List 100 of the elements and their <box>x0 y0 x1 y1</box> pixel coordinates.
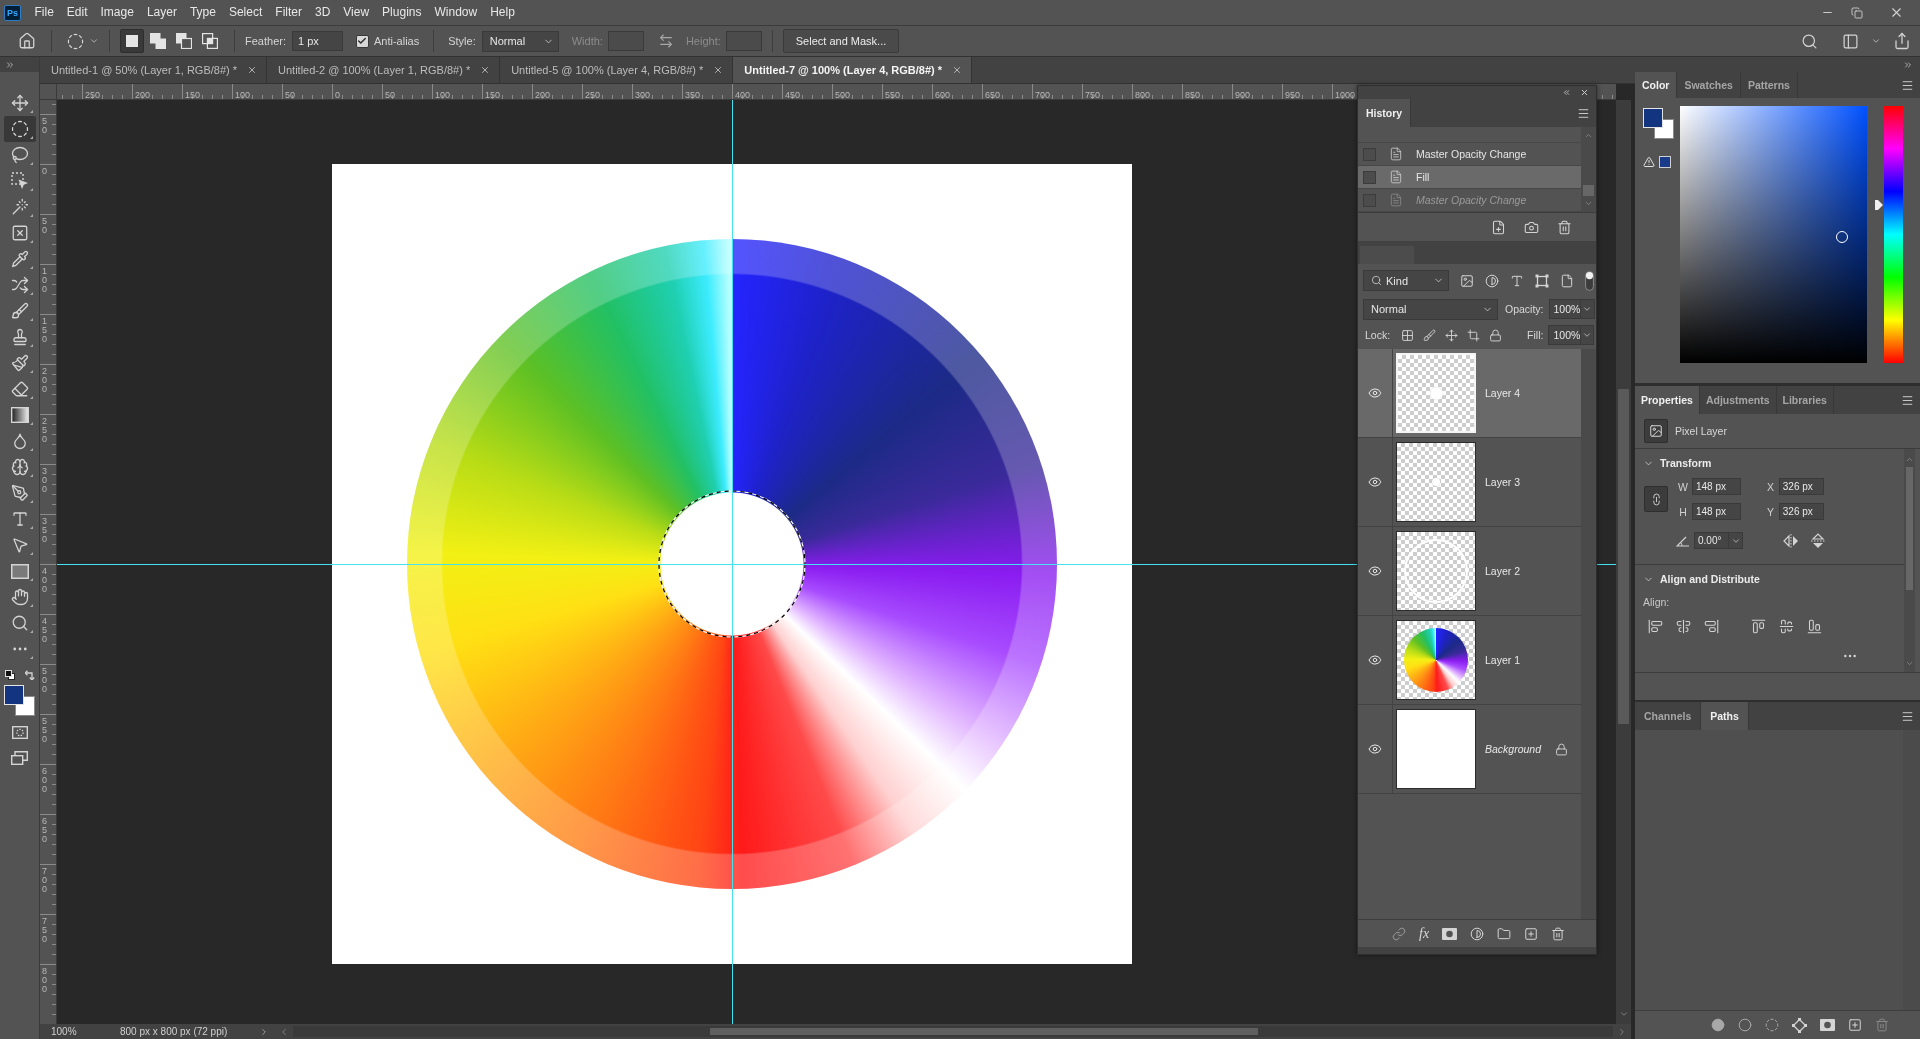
vertical-scrollbar[interactable] <box>1616 100 1631 1024</box>
filter-toggle-switch[interactable] <box>1585 270 1594 291</box>
close-icon[interactable] <box>480 65 491 75</box>
menu-icon[interactable] <box>1901 78 1914 92</box>
properties-scrollbar[interactable] <box>1904 449 1915 672</box>
color-field[interactable] <box>1680 106 1867 363</box>
menu-item[interactable]: Type <box>183 0 223 25</box>
collapse-icon[interactable] <box>1562 88 1571 97</box>
horizontal-scrollbar[interactable] <box>293 1026 1613 1037</box>
align-top-icon[interactable] <box>1751 619 1766 634</box>
blend-mode-dropdown[interactable]: Normal <box>1363 298 1498 320</box>
eye-icon[interactable] <box>1368 742 1382 756</box>
panel-tab[interactable]: Paths <box>1701 702 1749 730</box>
align-right-icon[interactable] <box>1704 619 1719 634</box>
history-item[interactable]: Fill <box>1358 166 1581 189</box>
double-chevron-icon[interactable] <box>5 59 15 70</box>
layer-item[interactable]: Layer 3 <box>1358 438 1581 527</box>
screen-mode-icon[interactable] <box>11 751 28 765</box>
transform-field[interactable]: 148 px <box>1692 503 1741 520</box>
circle-icon[interactable] <box>1738 1018 1752 1032</box>
warning-icon[interactable] <box>1643 156 1655 168</box>
gradient-square-icon[interactable] <box>10 407 29 423</box>
crossing-arrows-icon[interactable] <box>10 276 29 294</box>
menu-item[interactable]: Help <box>483 0 522 25</box>
pen-nib-icon[interactable] <box>10 484 29 502</box>
swap-arrows-icon[interactable] <box>657 33 674 49</box>
panel-tab[interactable]: History <box>1358 99 1412 127</box>
dashed-circle-icon[interactable] <box>67 32 84 50</box>
history-source-checkbox[interactable] <box>1363 170 1376 184</box>
close-icon[interactable] <box>247 65 258 75</box>
filter-dropdown[interactable]: Kind <box>1363 270 1449 291</box>
menu-item[interactable]: 3D <box>308 0 337 25</box>
caret-icon[interactable] <box>1582 304 1593 314</box>
move-icon[interactable] <box>10 94 29 112</box>
align-middle-icon[interactable] <box>1779 619 1794 634</box>
dashed-square-pointer-icon[interactable] <box>10 172 29 190</box>
opacity-field[interactable]: 100% <box>1548 299 1595 319</box>
brush-icon[interactable] <box>1423 328 1437 342</box>
hand-icon[interactable] <box>10 588 29 606</box>
close-icon[interactable] <box>952 65 963 75</box>
stamp-icon[interactable] <box>10 328 29 346</box>
eraser-icon[interactable] <box>10 380 29 398</box>
file-icon[interactable] <box>1560 273 1574 288</box>
effects-button[interactable]: fx <box>1419 925 1430 942</box>
align-bottom-icon[interactable] <box>1807 619 1822 634</box>
menu-item[interactable]: Filter <box>268 0 309 25</box>
menu-icon[interactable] <box>1901 709 1914 723</box>
trash-icon[interactable] <box>1551 926 1566 941</box>
camera-icon[interactable] <box>1524 219 1539 235</box>
transform-field[interactable]: 326 px <box>1778 503 1824 520</box>
paintbrush-icon[interactable] <box>10 354 29 372</box>
lock-icon[interactable] <box>1555 742 1569 756</box>
quick-mask-icon[interactable] <box>11 726 28 739</box>
select-and-mask-button[interactable]: Select and Mask... <box>782 29 900 53</box>
flip-horizontal-icon[interactable] <box>1783 533 1799 548</box>
magnifier-icon[interactable] <box>10 614 29 632</box>
eye-icon[interactable] <box>1368 475 1382 489</box>
document-tab[interactable]: Untitled-7 @ 100% (Layer 4, RGB/8#) * <box>733 57 973 83</box>
scrollbar-thumb[interactable] <box>1583 185 1594 196</box>
align-left-icon[interactable] <box>1648 619 1663 634</box>
close-icon[interactable] <box>713 65 724 75</box>
mask-icon[interactable] <box>1820 1019 1835 1031</box>
menu-item[interactable]: Layer <box>140 0 184 25</box>
menu-item[interactable]: Image <box>94 0 141 25</box>
feather-field[interactable]: 1 px <box>291 31 343 51</box>
app-logo[interactable]: Ps <box>4 4 21 21</box>
menu-item[interactable]: File <box>28 0 61 25</box>
eyedropper-icon[interactable] <box>10 250 29 268</box>
style-dropdown[interactable]: Normal <box>481 30 559 52</box>
image-icon[interactable] <box>1460 273 1474 288</box>
scrollbar-thumb[interactable] <box>1906 467 1913 590</box>
gamut-color-swatch[interactable] <box>1659 156 1671 168</box>
tool-button[interactable] <box>3 116 36 142</box>
wand-icon[interactable] <box>10 198 29 216</box>
link-button[interactable] <box>1644 486 1668 512</box>
checkerboard-icon[interactable] <box>1401 328 1415 342</box>
folder-icon[interactable] <box>1497 926 1512 941</box>
align-center-icon[interactable] <box>1676 619 1691 634</box>
menu-icon[interactable] <box>1577 106 1590 120</box>
dashed-circle-icon[interactable] <box>10 120 29 138</box>
eye-icon[interactable] <box>1368 564 1382 578</box>
menu-item[interactable]: Window <box>427 0 484 25</box>
section-header[interactable]: Transform <box>1635 456 1904 470</box>
caret-icon[interactable] <box>1871 36 1881 46</box>
scrollbar-thumb[interactable] <box>1618 389 1629 724</box>
brush-icon[interactable] <box>10 302 29 320</box>
flip-vertical-icon[interactable] <box>1811 532 1825 549</box>
lasso-icon[interactable] <box>10 146 29 164</box>
trash-icon[interactable] <box>1557 219 1572 235</box>
layers-scrollbar[interactable] <box>1581 349 1596 919</box>
history-scrollbar[interactable] <box>1581 127 1596 212</box>
search-icon[interactable] <box>1801 32 1818 50</box>
color-swatches-icon[interactable] <box>4 685 35 716</box>
menu-item[interactable]: Select <box>222 0 269 25</box>
height-field[interactable] <box>725 31 762 51</box>
lock-icon[interactable] <box>1489 328 1503 342</box>
brain-icon[interactable] <box>10 458 29 476</box>
selection-mode-button[interactable] <box>120 29 144 53</box>
plus-square-icon[interactable] <box>1848 1018 1862 1032</box>
menu-item[interactable]: Edit <box>60 0 95 25</box>
